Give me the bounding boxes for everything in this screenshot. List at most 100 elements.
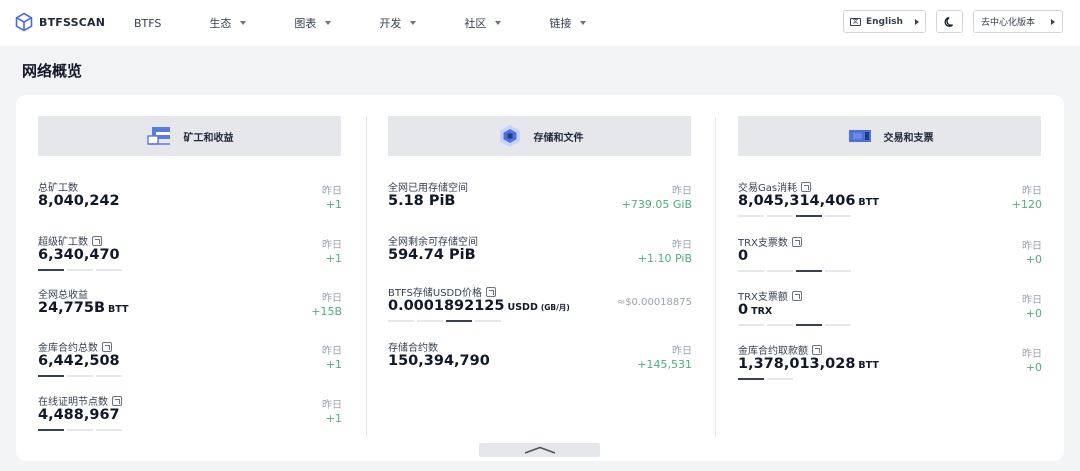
stat-value: 1,378,013,028 BTT <box>738 356 879 372</box>
yesterday-label: 昨日 <box>1022 349 1042 360</box>
yesterday-label: 昨日 <box>672 346 692 357</box>
stat-free-storage: 全网剩余可存储空间 594.74 PiB 昨日 +1.10 PiB <box>388 233 692 277</box>
caret-down-icon <box>240 21 247 25</box>
stat-super-miners: 超级矿工数 6,340,470 昨日 +1 <box>38 233 342 277</box>
stat-vault-withdrawal: 金库合约取款额 1,378,013,028 BTT 昨日 +0 <box>738 342 1042 386</box>
stat-pager[interactable] <box>388 320 501 322</box>
nav-label: BTFS <box>134 16 162 30</box>
nav-item-develop[interactable]: 开发 <box>379 15 417 31</box>
stat-label: 总矿工数 <box>38 183 78 194</box>
column-header: 矿工和收益 <box>38 116 341 156</box>
external-link-icon[interactable] <box>485 286 496 297</box>
stat-label: 超级矿工数 <box>38 233 102 248</box>
nav-label: 开发 <box>379 17 402 30</box>
nav-item-community[interactable]: 社区 <box>464 15 502 31</box>
stat-pager[interactable] <box>738 378 793 380</box>
external-link-icon[interactable] <box>112 395 122 406</box>
stat-label: 金库合约总数 <box>38 339 112 354</box>
stat-label: 全网总收益 <box>38 290 88 301</box>
chevron-right-icon <box>1051 18 1055 25</box>
caret-down-icon <box>410 21 417 25</box>
stat-pager[interactable] <box>38 375 122 377</box>
yesterday-label: 昨日 <box>322 293 342 304</box>
nav-label: 生态 <box>209 17 232 30</box>
stat-value: 0 TRX <box>738 302 773 318</box>
stat-delta: +0 <box>1025 361 1042 374</box>
ticket-icon <box>848 130 871 142</box>
stat-pager[interactable] <box>738 270 851 272</box>
nav-item-links[interactable]: 链接 <box>549 15 587 31</box>
nav-label: 链接 <box>549 17 572 30</box>
stat-gas-consumption: 交易Gas消耗 8,045,314,406 BTT 昨日 +120 <box>738 179 1042 223</box>
decentralized-label: 去中心化版本 <box>981 18 1036 28</box>
external-link-icon[interactable] <box>791 290 802 301</box>
usd-equivalent: ≈$0.00018875 <box>616 297 692 308</box>
column-header: 存储和文件 <box>388 116 691 156</box>
stat-value: 6,340,470 <box>38 247 120 263</box>
stat-pager[interactable] <box>738 324 851 326</box>
stat-value: 8,040,242 <box>38 193 120 209</box>
yesterday-label: 昨日 <box>322 240 342 251</box>
external-link-icon[interactable] <box>102 341 112 352</box>
translate-icon: 文 <box>850 17 861 26</box>
stat-delta: +0 <box>1025 253 1042 266</box>
column-divider <box>366 117 367 437</box>
external-link-icon[interactable] <box>791 236 802 247</box>
stat-pager[interactable] <box>38 269 122 271</box>
caret-down-icon <box>325 21 332 25</box>
stat-label: TRX支票额 <box>738 288 802 303</box>
external-link-icon[interactable] <box>812 344 822 355</box>
page-title: 网络概览 <box>22 62 83 80</box>
language-button[interactable]: 文 English <box>843 10 926 33</box>
nav-item-charts[interactable]: 图表 <box>294 15 332 31</box>
stat-delta: +1 <box>325 252 342 265</box>
stat-delta: +739.05 GiB <box>621 198 692 211</box>
stat-label: 交易Gas消耗 <box>738 179 812 194</box>
stat-usdd-price: BTFS存储USDD价格 0.0001892125 USDD (GB/月) ≈$0.… <box>388 284 692 328</box>
theme-toggle-button[interactable] <box>936 10 963 33</box>
external-link-icon[interactable] <box>92 235 102 246</box>
column-title: 矿工和收益 <box>183 132 234 144</box>
stat-value: 150,394,790 <box>388 353 490 369</box>
yesterday-label: 昨日 <box>1022 186 1042 197</box>
main-nav: BTFS 生态 图表 开发 社区 链接 <box>134 0 634 46</box>
stat-label: BTFS存储USDD价格 <box>388 284 496 299</box>
stat-trx-check-amount: TRX支票额 0 TRX 昨日 +0 <box>738 288 1042 332</box>
brand-name: BTFSSCAN <box>39 15 106 29</box>
external-link-icon[interactable] <box>801 181 812 192</box>
nav-label: 社区 <box>464 17 487 30</box>
stat-delta: +1.10 PiB <box>637 252 692 265</box>
nav-item-ecosystem[interactable]: 生态 <box>209 15 247 31</box>
stat-total-miners: 总矿工数 8,040,242 昨日 +1 <box>38 179 342 223</box>
stat-pager[interactable] <box>738 215 851 217</box>
stat-delta: +0 <box>1025 307 1042 320</box>
moon-icon <box>944 16 953 27</box>
column-title: 存储和文件 <box>533 132 584 144</box>
chevron-right-icon <box>915 18 919 25</box>
nav-item-btfs[interactable]: BTFS <box>134 17 161 30</box>
stat-delta: +145,531 <box>637 358 692 371</box>
yesterday-label: 昨日 <box>672 240 692 251</box>
column-divider <box>715 117 716 437</box>
network-overview-panel: 矿工和收益 总矿工数 8,040,242 昨日 +1 超级矿工数 6,340,4… <box>16 95 1064 461</box>
stat-pager[interactable] <box>38 429 122 431</box>
stat-vault-contracts: 金库合约总数 6,442,508 昨日 +1 <box>38 339 342 383</box>
stat-value: 24,775B BTT <box>38 300 129 316</box>
stat-value: 0.0001892125 USDD (GB/月) <box>388 298 570 314</box>
caret-down-icon <box>495 21 502 25</box>
decentralized-version-button[interactable]: 去中心化版本 <box>973 10 1063 33</box>
yesterday-label: 昨日 <box>672 186 692 197</box>
yesterday-label: 昨日 <box>322 346 342 357</box>
stat-label: 金库合约取款额 <box>738 342 822 357</box>
yesterday-label: 昨日 <box>1022 241 1042 252</box>
stat-delta: +1 <box>325 412 342 425</box>
collapse-button[interactable] <box>479 443 600 457</box>
cube-logo-icon <box>15 12 33 32</box>
stat-label: 全网剩余可存储空间 <box>388 237 478 248</box>
caret-down-icon <box>580 21 587 25</box>
nav-label: 图表 <box>294 17 317 30</box>
stat-total-earnings: 全网总收益 24,775B BTT 昨日 +15B <box>38 286 342 330</box>
stat-delta: +1 <box>325 198 342 211</box>
brand-logo[interactable]: BTFSSCAN <box>14 12 105 32</box>
stat-delta: +15B <box>311 305 342 318</box>
